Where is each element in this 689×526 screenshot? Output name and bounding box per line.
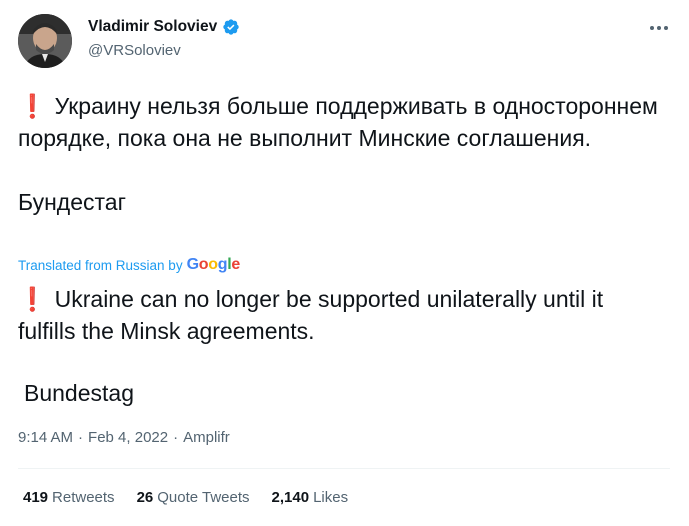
original-line: Украину нельзя больше поддерживать в одн… <box>18 93 658 151</box>
exclamation-mark-icon: ❗ <box>18 93 47 119</box>
meta-separator: · <box>173 429 179 446</box>
likes-label: Likes <box>313 489 349 506</box>
likes-stat[interactable]: 2,140 Likes <box>272 489 349 506</box>
google-logo: Google <box>186 256 241 273</box>
tweet-client[interactable]: Amplifr <box>183 429 230 446</box>
translated-source: Bundestag <box>24 380 134 406</box>
translated-label-text: Translated from Russian by <box>18 257 183 273</box>
tweet-metadata: 9:14 AM · Feb 4, 2022 · Amplifr <box>18 429 230 446</box>
tweet-time[interactable]: 9:14 AM <box>18 429 73 446</box>
quotes-count: 26 <box>136 489 154 506</box>
verified-badge-icon <box>223 19 239 35</box>
original-source: Бундестаг <box>18 189 126 215</box>
avatar-image <box>18 14 72 68</box>
more-options-icon <box>650 26 668 30</box>
tweet-stats: 419 Retweets 26 Quote Tweets 2,140 Likes <box>23 489 348 506</box>
exclamation-mark-icon: ❗ <box>18 286 47 312</box>
author-name-text: Vladimir Soloviev <box>88 18 218 35</box>
likes-count: 2,140 <box>271 489 310 506</box>
retweets-label: Retweets <box>52 489 115 506</box>
author-handle[interactable]: @VRSoloviev <box>88 42 181 59</box>
tweet-date[interactable]: Feb 4, 2022 <box>88 429 168 446</box>
tweet-translated-text: ❗ Ukraine can no longer be supported unil… <box>18 283 658 347</box>
retweets-count: 419 <box>23 489 49 506</box>
quote-tweets-stat[interactable]: 26 Quote Tweets <box>137 489 250 506</box>
translated-line: Ukraine can no longer be supported unila… <box>18 286 604 344</box>
divider <box>18 468 670 469</box>
meta-separator: · <box>78 429 84 446</box>
author-display-name[interactable]: Vladimir Soloviev <box>88 18 240 36</box>
tweet-original-text: ❗ Украину нельзя больше поддерживать в од… <box>18 90 658 218</box>
retweets-stat[interactable]: 419 Retweets <box>23 489 115 506</box>
tweet-card: Vladimir Soloviev @VRSoloviev ❗ Украину н… <box>0 0 689 526</box>
avatar[interactable] <box>18 14 72 68</box>
translation-attribution[interactable]: Translated from Russian by Google <box>18 256 240 274</box>
more-options-button[interactable] <box>646 18 672 38</box>
quotes-label: Quote Tweets <box>157 489 250 506</box>
